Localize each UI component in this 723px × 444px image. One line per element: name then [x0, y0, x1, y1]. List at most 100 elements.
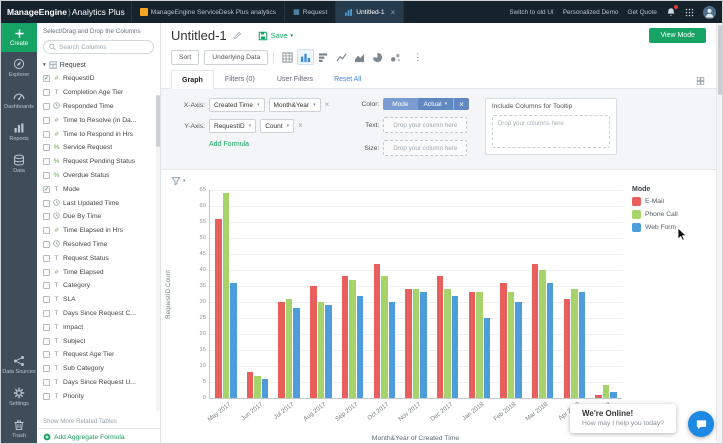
- bar-web-form[interactable]: [610, 392, 617, 398]
- tab-user-filters[interactable]: User Filters: [266, 69, 324, 88]
- remove-color-icon[interactable]: ×: [453, 98, 469, 110]
- notifications-bell-icon[interactable]: [666, 7, 676, 17]
- column-item[interactable]: #Time to Respond in Hrs: [37, 127, 160, 141]
- x-axis-field-dropdown[interactable]: Created Time▾: [209, 98, 265, 112]
- nav-data[interactable]: Data: [1, 148, 37, 180]
- bar-web-form[interactable]: [293, 308, 300, 398]
- column-checkbox[interactable]: [43, 393, 50, 400]
- layout-options-icon[interactable]: [695, 77, 706, 88]
- workspace-tab[interactable]: ManageEngine ServiceDesk Plus analytics: [131, 1, 284, 23]
- column-checkbox[interactable]: [43, 117, 50, 124]
- nav-reports[interactable]: Reports: [1, 116, 37, 148]
- underlying-data-button[interactable]: Underlying Data: [204, 50, 268, 65]
- bubble-chart-icon[interactable]: [387, 49, 404, 65]
- column-item[interactable]: TDays Since Request C...: [37, 307, 160, 321]
- chat-bubble-button[interactable]: [688, 411, 714, 437]
- column-checkbox[interactable]: [43, 324, 50, 331]
- column-item[interactable]: #Time Elapsed in Hrs: [37, 224, 160, 238]
- add-formula-link[interactable]: Add Formula: [209, 141, 329, 148]
- column-item[interactable]: TPriority: [37, 389, 160, 403]
- column-checkbox[interactable]: [43, 172, 50, 179]
- apps-grid-icon[interactable]: [685, 8, 694, 17]
- bar-e-mail[interactable]: [469, 292, 476, 398]
- get-quote-link[interactable]: Get Quote: [628, 9, 658, 16]
- column-checkbox[interactable]: [43, 200, 50, 207]
- chat-widget[interactable]: We're Online! How may I help you today?: [570, 404, 676, 433]
- bar-e-mail[interactable]: [310, 286, 317, 398]
- bar-web-form[interactable]: [389, 302, 396, 398]
- column-item[interactable]: Responded Time: [37, 100, 160, 114]
- save-button[interactable]: Save ▾: [258, 31, 293, 41]
- bar-phone-call[interactable]: [603, 385, 610, 398]
- bar-phone-call[interactable]: [254, 376, 261, 398]
- column-checkbox[interactable]: [43, 338, 50, 345]
- bar-e-mail[interactable]: [437, 276, 444, 398]
- pie-chart-icon[interactable]: [369, 49, 386, 65]
- filter-funnel-icon[interactable]: ▾: [171, 176, 186, 186]
- column-checkbox[interactable]: [43, 158, 50, 165]
- view-mode-button[interactable]: View Mode: [649, 28, 706, 43]
- scrollbar-thumb[interactable]: [156, 95, 160, 147]
- bar-phone-call[interactable]: [413, 289, 420, 398]
- bar-web-form[interactable]: [357, 296, 364, 398]
- bar-e-mail[interactable]: [405, 289, 412, 398]
- bar-web-form[interactable]: [325, 305, 332, 398]
- column-item[interactable]: TSubject: [37, 334, 160, 348]
- nav-settings[interactable]: Settings: [1, 381, 37, 413]
- column-checkbox[interactable]: [43, 241, 50, 248]
- legend-item[interactable]: Web Form: [632, 223, 708, 232]
- column-checkbox[interactable]: [43, 282, 50, 289]
- sort-button[interactable]: Sort: [171, 50, 199, 65]
- bar-e-mail[interactable]: [374, 264, 381, 398]
- bar-web-form[interactable]: [230, 283, 237, 398]
- column-checkbox[interactable]: [43, 144, 50, 151]
- bar-e-mail[interactable]: [215, 219, 222, 398]
- y-axis-function-dropdown[interactable]: Count▾: [260, 119, 294, 133]
- column-checkbox[interactable]: [43, 365, 50, 372]
- column-checkbox[interactable]: [43, 103, 50, 110]
- column-checkbox[interactable]: [43, 131, 50, 138]
- bar-e-mail[interactable]: [278, 302, 285, 398]
- column-checkbox[interactable]: [43, 310, 50, 317]
- column-item[interactable]: ✓TMode: [37, 182, 160, 196]
- column-item[interactable]: TSLA: [37, 293, 160, 307]
- column-checkbox[interactable]: [43, 255, 50, 262]
- bar-phone-call[interactable]: [349, 280, 356, 398]
- column-item[interactable]: TRequest Age Tier: [37, 348, 160, 362]
- close-tab-icon[interactable]: ×: [391, 8, 396, 17]
- size-drop-zone[interactable]: Drop your column here: [383, 140, 467, 156]
- bar-e-mail[interactable]: [595, 395, 602, 398]
- edit-title-icon[interactable]: [233, 31, 242, 40]
- column-checkbox[interactable]: [43, 296, 50, 303]
- bar-web-form[interactable]: [547, 283, 554, 398]
- bar-web-form[interactable]: [515, 302, 522, 398]
- report-tab-untitled[interactable]: Untitled-1 ×: [335, 1, 404, 23]
- x-axis-function-dropdown[interactable]: Month&Year▾: [269, 98, 321, 112]
- column-item[interactable]: Resolved Time: [37, 238, 160, 252]
- show-more-tables-link[interactable]: Show More Related Tables: [37, 415, 160, 428]
- more-options-icon[interactable]: ⋮: [409, 52, 426, 63]
- nav-data-sources[interactable]: Data Sources: [1, 349, 37, 381]
- column-chart-icon[interactable]: [297, 49, 314, 65]
- column-item[interactable]: Due By Time: [37, 210, 160, 224]
- column-item[interactable]: %Request Pending Status: [37, 155, 160, 169]
- switch-old-ui-link[interactable]: Switch to old UI: [509, 9, 553, 16]
- text-drop-zone[interactable]: Drop your column here: [383, 117, 467, 133]
- bar-e-mail[interactable]: [532, 264, 539, 398]
- bar-phone-call[interactable]: [381, 276, 388, 398]
- line-chart-icon[interactable]: [333, 49, 350, 65]
- column-checkbox[interactable]: [43, 269, 50, 276]
- tab-graph[interactable]: Graph: [171, 70, 214, 89]
- legend-item[interactable]: Phone Call: [632, 210, 708, 219]
- column-item[interactable]: TSub Category: [37, 362, 160, 376]
- page-scrollbar-thumb[interactable]: [718, 25, 722, 95]
- column-item[interactable]: Last Updated Time: [37, 196, 160, 210]
- search-columns-box[interactable]: [43, 40, 154, 54]
- nav-create-button[interactable]: Create: [1, 23, 37, 52]
- bar-phone-call[interactable]: [223, 193, 230, 398]
- bar-web-form[interactable]: [452, 296, 459, 398]
- column-checkbox[interactable]: [43, 227, 50, 234]
- y-axis-field-dropdown[interactable]: RequestID▾: [209, 119, 256, 133]
- color-function-dropdown[interactable]: Actual▾: [418, 98, 454, 110]
- bar-web-form[interactable]: [484, 318, 491, 398]
